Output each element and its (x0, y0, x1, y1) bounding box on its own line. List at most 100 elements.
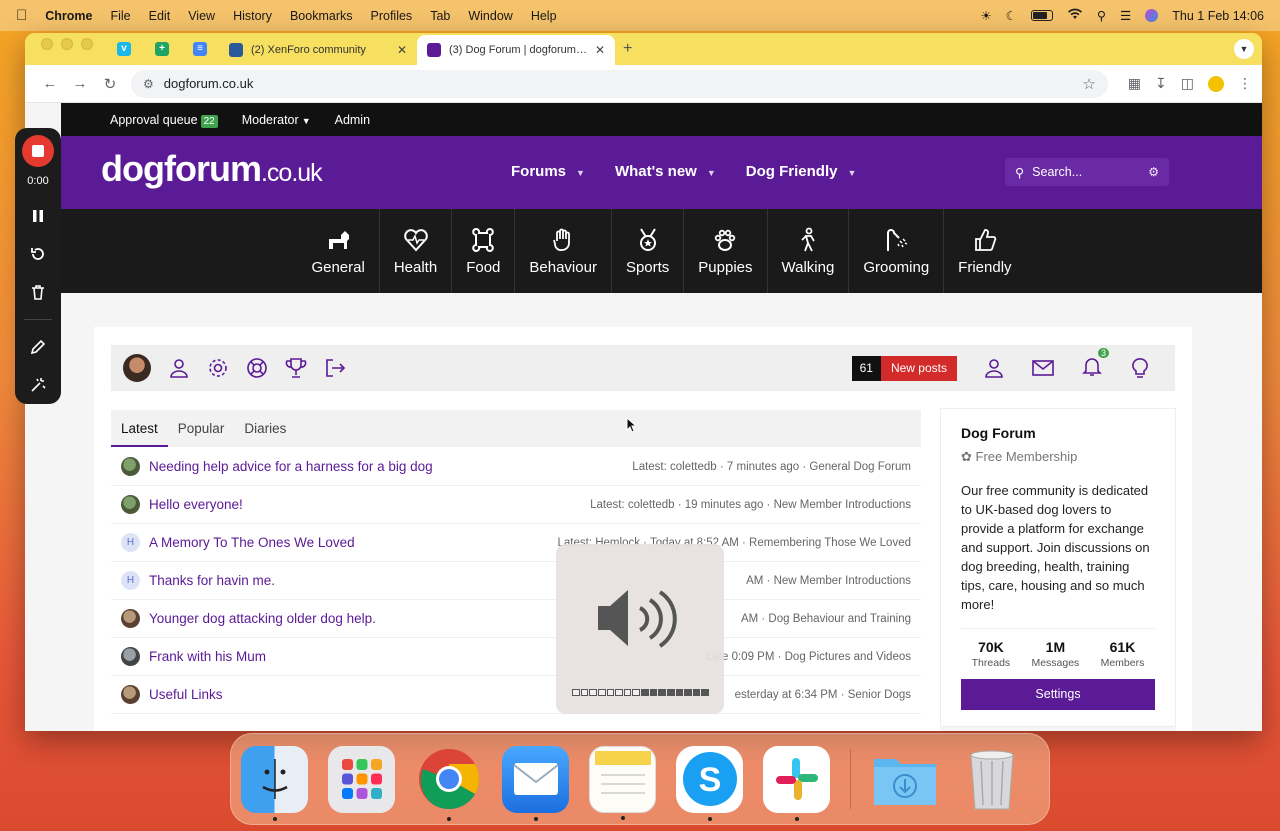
siri-icon[interactable] (1145, 9, 1159, 22)
dock-finder[interactable] (241, 745, 308, 821)
minimize-window-button[interactable] (61, 38, 73, 50)
back-button[interactable]: ← (35, 75, 65, 92)
thread-row[interactable]: Useful Links esterday at 6:34 PM · Senio… (111, 676, 921, 714)
battery-icon[interactable] (1030, 10, 1053, 21)
control-center-icon[interactable]: ☰ (1120, 8, 1131, 23)
trash-icon[interactable] (29, 283, 47, 301)
logout-icon[interactable] (324, 357, 346, 379)
chevron-down-icon[interactable]: ▼ (576, 168, 585, 178)
menu-kebab-icon[interactable]: ⋮ (1238, 75, 1252, 92)
category-friendly[interactable]: Friendly (944, 209, 1025, 293)
close-tab-icon[interactable]: ✕ (397, 43, 407, 57)
trophy-icon[interactable] (285, 357, 307, 379)
menu-help[interactable]: Help (531, 9, 557, 23)
close-tab-icon[interactable]: ✕ (595, 43, 605, 57)
brightness-icon[interactable]: ☀ (980, 8, 991, 23)
thread-avatar[interactable] (121, 457, 140, 476)
settings-gear-icon[interactable] (207, 357, 229, 379)
category-food[interactable]: Food (452, 209, 516, 293)
menu-profiles[interactable]: Profiles (371, 9, 413, 23)
menu-edit[interactable]: Edit (149, 9, 171, 23)
dock-notes[interactable] (589, 745, 656, 820)
alerts-bell[interactable]: 3 (1081, 347, 1109, 382)
inbox-mail-icon[interactable] (1031, 357, 1055, 379)
thread-title[interactable]: Thanks for havin me. (149, 573, 275, 588)
apple-icon[interactable]:  (16, 7, 27, 24)
category-general[interactable]: General (297, 209, 380, 293)
forward-button[interactable]: → (65, 75, 95, 92)
zoom-window-button[interactable] (81, 38, 93, 50)
approval-queue-link[interactable]: Approval queue 22 (110, 113, 218, 128)
user-avatar[interactable] (123, 354, 151, 382)
tab-diaries[interactable]: Diaries (234, 410, 296, 447)
dock-launchpad[interactable] (328, 745, 395, 813)
menu-view[interactable]: View (188, 9, 215, 23)
stop-recording-button[interactable] (22, 135, 54, 167)
profile-avatar[interactable] (1208, 75, 1224, 92)
new-posts-button[interactable]: 61 New posts (851, 355, 957, 381)
dock-skype[interactable]: S (676, 745, 743, 821)
effects-wand-icon[interactable] (29, 376, 47, 394)
menu-tab[interactable]: Tab (430, 9, 450, 23)
tab-latest[interactable]: Latest (111, 410, 168, 447)
category-behaviour[interactable]: Behaviour (515, 209, 612, 293)
search-icon[interactable]: ⚲ (1097, 8, 1106, 23)
thread-row[interactable]: H Thanks for havin me. AM · New Member I… (111, 562, 921, 600)
dock-chrome[interactable] (415, 746, 482, 821)
moon-icon[interactable]: ☾ (1006, 8, 1017, 23)
reload-button[interactable]: ↻ (95, 75, 125, 93)
category-grooming[interactable]: Grooming (849, 209, 945, 293)
pen-icon[interactable] (29, 338, 47, 356)
new-tab-button[interactable]: + (623, 40, 632, 58)
pinned-tab-sheets[interactable]: + (143, 35, 181, 63)
bookmark-star-icon[interactable]: ☆ (1082, 75, 1095, 93)
support-lifebuoy-icon[interactable] (246, 357, 268, 379)
thread-title[interactable]: Needing help advice for a harness for a … (149, 459, 433, 474)
account-icon[interactable] (168, 357, 190, 379)
thread-row[interactable]: Frank with his Mum Late 0:09 PM · Dog Pi… (111, 638, 921, 676)
thread-row[interactable]: Needing help advice for a harness for a … (111, 448, 921, 486)
chevron-down-icon[interactable]: ▼ (707, 168, 716, 178)
moderator-menu[interactable]: Moderator ▼ (242, 113, 311, 127)
profile-icon[interactable] (983, 357, 1005, 379)
thread-avatar[interactable] (121, 609, 140, 628)
site-logo[interactable]: dogforum.co.uk (101, 148, 323, 190)
thread-avatar[interactable] (121, 495, 140, 514)
side-panel-icon[interactable]: ◫ (1181, 75, 1194, 92)
site-info-icon[interactable]: ⚙ (143, 77, 154, 91)
dock-slack[interactable] (763, 745, 830, 821)
category-puppies[interactable]: Puppies (684, 209, 768, 293)
category-health[interactable]: Health (380, 209, 453, 293)
tab-dogforum[interactable]: (3) Dog Forum | dogforum.co ✕ (417, 35, 615, 65)
app-menu-chrome[interactable]: Chrome (45, 9, 92, 23)
menu-bookmarks[interactable]: Bookmarks (290, 9, 353, 23)
thread-avatar[interactable]: H (121, 533, 140, 552)
tab-search-chevron-icon[interactable]: ▼ (1234, 39, 1254, 59)
extensions-icon[interactable]: ▦ (1128, 75, 1141, 92)
search-input[interactable]: ⚲ Search... ⚙ (1005, 158, 1169, 186)
admin-link[interactable]: Admin (335, 113, 370, 127)
thread-avatar[interactable] (121, 685, 140, 704)
thread-avatar[interactable] (121, 647, 140, 666)
category-walking[interactable]: Walking (768, 209, 850, 293)
dock-downloads[interactable] (871, 746, 938, 813)
thread-title[interactable]: Useful Links (149, 687, 223, 702)
thread-row[interactable]: Younger dog attacking older dog help. AM… (111, 600, 921, 638)
tab-xenforo[interactable]: (2) XenForo community ✕ (219, 35, 417, 65)
lightbulb-icon[interactable] (1129, 357, 1151, 379)
settings-button[interactable]: Settings (961, 679, 1155, 710)
address-bar[interactable]: ⚙ dogforum.co.uk ☆ (131, 69, 1108, 98)
menu-file[interactable]: File (110, 9, 130, 23)
thread-avatar[interactable]: H (121, 571, 140, 590)
thread-title[interactable]: A Memory To The Ones We Loved (149, 535, 355, 550)
thread-row[interactable]: H A Memory To The Ones We Loved Latest: … (111, 524, 921, 562)
thread-title[interactable]: Frank with his Mum (149, 649, 266, 664)
nav-whats-new[interactable]: What's new ▼ (615, 163, 716, 180)
download-icon[interactable]: ↧ (1155, 75, 1167, 92)
tab-popular[interactable]: Popular (168, 410, 235, 447)
chevron-down-icon[interactable]: ▼ (847, 168, 856, 178)
pause-icon[interactable] (29, 207, 47, 225)
search-options-gear-icon[interactable]: ⚙ (1148, 165, 1159, 179)
thread-row[interactable]: Hello everyone! Latest: colettedb · 19 m… (111, 486, 921, 524)
category-sports[interactable]: Sports (612, 209, 685, 293)
